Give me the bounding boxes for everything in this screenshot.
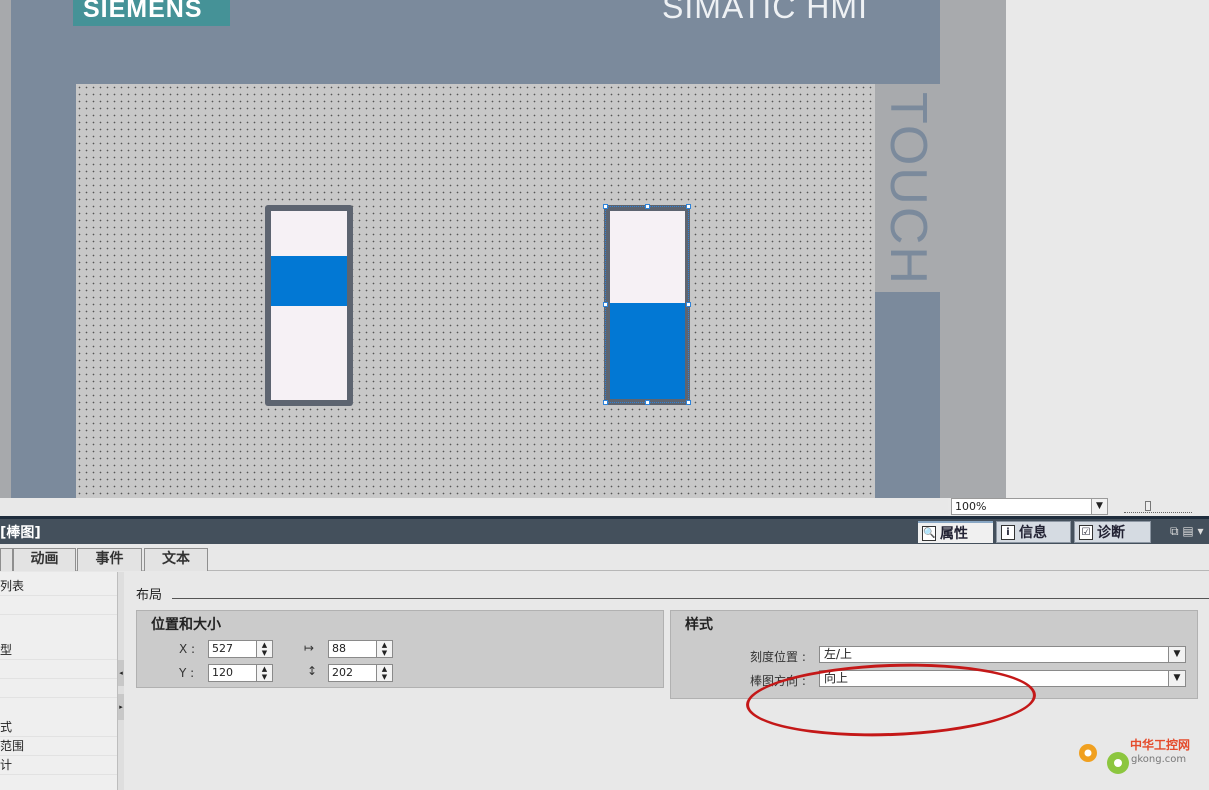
tab-info-label: 信息 bbox=[1019, 525, 1047, 541]
bar-graph-1-track bbox=[271, 211, 347, 400]
nav-scrollbar[interactable]: ◂ ▸ bbox=[117, 572, 124, 790]
x-value: 527 bbox=[212, 642, 233, 655]
selection-outline bbox=[605, 206, 689, 403]
resize-handle-tl[interactable] bbox=[603, 204, 608, 209]
siemens-logo: SIEMENS bbox=[73, 0, 230, 26]
zoom-slider-thumb[interactable] bbox=[1145, 501, 1151, 511]
spin-down-icon[interactable]: ▼ bbox=[377, 649, 392, 657]
hmi-screen[interactable] bbox=[76, 84, 875, 498]
resize-handle-bl[interactable] bbox=[603, 400, 608, 405]
style-title: 样式 bbox=[685, 617, 713, 633]
inspector-title: [棒图] bbox=[0, 525, 41, 541]
nav-item[interactable]: 列表 bbox=[0, 577, 117, 596]
nav-item[interactable] bbox=[0, 679, 117, 698]
width-icon: ↦ bbox=[304, 641, 315, 655]
touch-label-box: TOUCH bbox=[877, 90, 939, 288]
gkong-watermark: 中华工控网 gkong.com bbox=[1073, 733, 1203, 783]
tab-properties-label: 属性 bbox=[940, 526, 968, 542]
resize-handle-bm[interactable] bbox=[645, 400, 650, 405]
spin-up-icon[interactable]: ▲ bbox=[257, 665, 272, 673]
chevron-down-icon[interactable]: ▼ bbox=[1091, 499, 1107, 514]
hmi-title: SIMATIC HMI bbox=[662, 0, 868, 24]
y-spinner[interactable]: ▲ ▼ bbox=[256, 665, 272, 681]
y-label: Y : bbox=[179, 666, 195, 680]
x-spinner[interactable]: ▲ ▼ bbox=[256, 641, 272, 657]
info-icon: i bbox=[1001, 525, 1015, 540]
height-input[interactable]: 202 ▲ ▼ bbox=[328, 664, 393, 682]
height-icon: ↕ bbox=[307, 664, 318, 678]
width-spinner[interactable]: ▲ ▼ bbox=[376, 641, 392, 657]
y-value: 120 bbox=[212, 666, 233, 679]
x-input[interactable]: 527 ▲ ▼ bbox=[208, 640, 273, 658]
tab-properties[interactable]: 🔍 属性 bbox=[918, 521, 993, 543]
spin-up-icon[interactable]: ▲ bbox=[257, 641, 272, 649]
scale-position-value: 左/上 bbox=[824, 647, 853, 661]
tab-info[interactable]: i 信息 bbox=[996, 521, 1071, 543]
tab-diagnostics-label: 诊断 bbox=[1097, 525, 1125, 541]
spin-down-icon[interactable]: ▼ bbox=[257, 649, 272, 657]
spin-up-icon[interactable]: ▲ bbox=[377, 641, 392, 649]
nav-item[interactable] bbox=[0, 660, 117, 679]
nav-item[interactable]: 型 bbox=[0, 641, 117, 660]
bar-graph-1[interactable] bbox=[265, 205, 353, 406]
bar-graph-1-fill bbox=[271, 256, 347, 306]
nav-item[interactable] bbox=[0, 596, 117, 615]
spin-down-icon[interactable]: ▼ bbox=[377, 673, 392, 681]
touch-label: TOUCH bbox=[879, 92, 937, 286]
bar-direction-value: 向上 bbox=[824, 671, 849, 685]
diagnostics-icon: ☑ bbox=[1079, 525, 1093, 540]
x-label: X : bbox=[179, 642, 196, 656]
resize-handle-mr[interactable] bbox=[686, 302, 691, 307]
width-value: 88 bbox=[332, 642, 346, 655]
watermark-url: gkong.com bbox=[1131, 754, 1186, 765]
nav-item[interactable]: 式 bbox=[0, 718, 117, 737]
width-input[interactable]: 88 ▲ ▼ bbox=[328, 640, 393, 658]
scale-position-label: 刻度位置 : bbox=[750, 650, 806, 664]
y-input[interactable]: 120 ▲ ▼ bbox=[208, 664, 273, 682]
spin-down-icon[interactable]: ▼ bbox=[257, 673, 272, 681]
hmi-right-bezel bbox=[940, 0, 1006, 498]
nav-item[interactable]: 范围 bbox=[0, 737, 117, 756]
resize-handle-tm[interactable] bbox=[645, 204, 650, 209]
canvas-left-strip bbox=[0, 0, 11, 498]
section-divider bbox=[172, 598, 1209, 599]
window-controls-icon[interactable]: ⧉ ▤ ▾ bbox=[1170, 524, 1204, 539]
tab-diagnostics[interactable]: ☑ 诊断 bbox=[1074, 521, 1151, 543]
height-value: 202 bbox=[332, 666, 353, 679]
watermark-cn: 中华工控网 bbox=[1130, 737, 1190, 752]
gear-logo-icon: 中华工控网 gkong.com bbox=[1079, 737, 1190, 774]
subtab-partial[interactable] bbox=[0, 548, 13, 571]
subtab-events[interactable]: 事件 bbox=[77, 548, 142, 571]
zoom-value: 100% bbox=[955, 500, 987, 513]
resize-handle-tr[interactable] bbox=[686, 204, 691, 209]
bar-direction-label: 棒图方向 : bbox=[750, 674, 806, 688]
resize-handle-br[interactable] bbox=[686, 400, 691, 405]
property-nav: 列表 型 式 范围 计 bbox=[0, 572, 117, 790]
chevron-down-icon[interactable]: ▼ bbox=[1168, 647, 1185, 662]
zoom-slider[interactable] bbox=[1124, 501, 1192, 513]
zoom-select[interactable]: 100% ▼ bbox=[951, 498, 1108, 515]
subtab-animation[interactable]: 动画 bbox=[13, 548, 76, 571]
nav-item[interactable]: 计 bbox=[0, 756, 117, 775]
height-spinner[interactable]: ▲ ▼ bbox=[376, 665, 392, 681]
chevron-down-icon[interactable]: ▼ bbox=[1168, 671, 1185, 686]
subtab-text[interactable]: 文本 bbox=[144, 548, 208, 571]
position-size-title: 位置和大小 bbox=[151, 617, 221, 633]
resize-handle-ml[interactable] bbox=[603, 302, 608, 307]
scale-position-select[interactable]: 左/上 ▼ bbox=[819, 646, 1186, 663]
magnifier-icon: 🔍 bbox=[922, 526, 936, 541]
canvas-area[interactable]: SIEMENS SIMATIC HMI TOUCH bbox=[0, 0, 1209, 498]
section-layout: 布局 bbox=[136, 588, 163, 603]
bar-direction-select[interactable]: 向上 ▼ bbox=[819, 670, 1186, 687]
spin-up-icon[interactable]: ▲ bbox=[377, 665, 392, 673]
